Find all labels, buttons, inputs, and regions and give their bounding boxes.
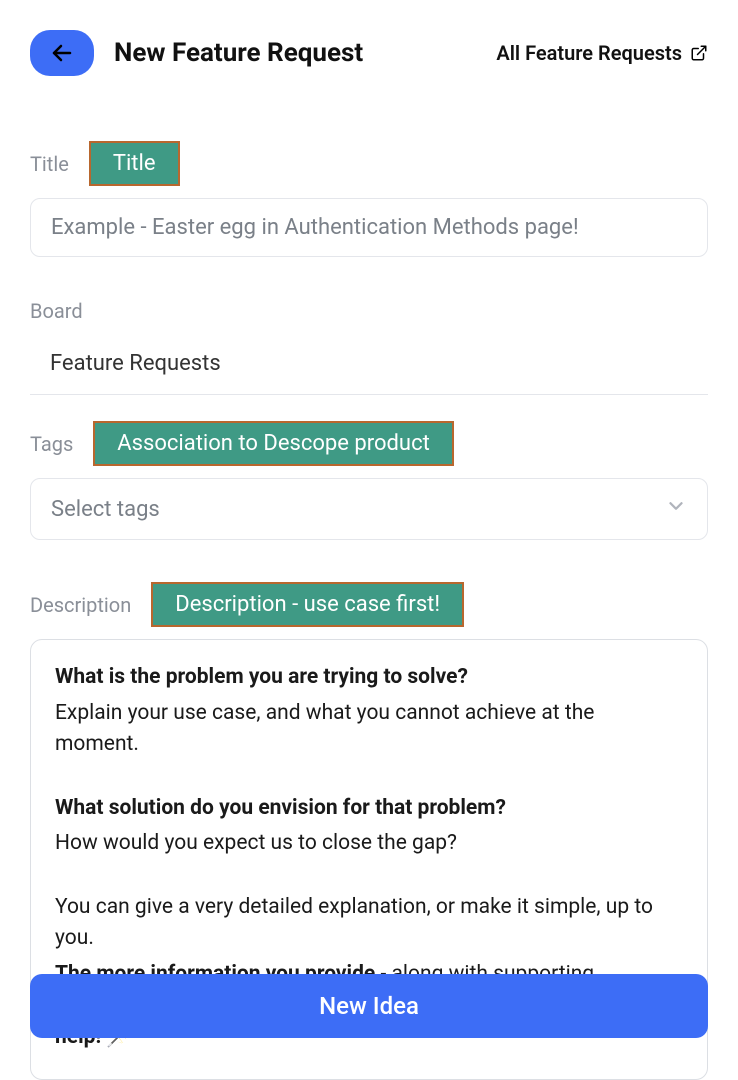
title-input[interactable] xyxy=(30,198,708,257)
desc-a2: How would you expect us to close the gap… xyxy=(55,828,683,860)
title-field-group: Title Title xyxy=(30,141,708,257)
back-button[interactable] xyxy=(30,30,94,76)
submit-label: New Idea xyxy=(319,992,419,1020)
header: New Feature Request All Feature Requests xyxy=(30,30,708,76)
desc-q1: What is the problem you are trying to so… xyxy=(55,662,683,694)
new-idea-button[interactable]: New Idea xyxy=(30,974,708,1038)
page-title: New Feature Request xyxy=(114,38,363,68)
external-link-icon xyxy=(690,44,708,62)
title-label: Title xyxy=(30,152,69,176)
desc-a1: Explain your use case, and what you cann… xyxy=(55,698,683,761)
desc-q2: What solution do you envision for that p… xyxy=(55,793,683,825)
all-feature-requests-link[interactable]: All Feature Requests xyxy=(496,41,708,65)
header-left: New Feature Request xyxy=(30,30,363,76)
arrow-left-icon xyxy=(50,41,74,65)
board-value[interactable]: Feature Requests xyxy=(30,335,708,395)
title-callout: Title xyxy=(89,141,180,186)
tags-placeholder: Select tags xyxy=(51,497,160,522)
board-label: Board xyxy=(30,299,83,323)
tags-select[interactable]: Select tags xyxy=(30,478,708,540)
tags-label: Tags xyxy=(30,432,73,456)
board-field-group: Board Feature Requests xyxy=(30,299,708,395)
description-label: Description xyxy=(30,593,131,617)
description-callout: Description - use case first! xyxy=(151,582,464,627)
chevron-down-icon xyxy=(665,495,687,523)
desc-detail1: You can give a very detailed explanation… xyxy=(55,892,683,955)
tags-field-group: Tags Association to Descope product Sele… xyxy=(30,421,708,540)
all-link-label: All Feature Requests xyxy=(496,41,682,65)
tags-callout: Association to Descope product xyxy=(93,421,454,466)
